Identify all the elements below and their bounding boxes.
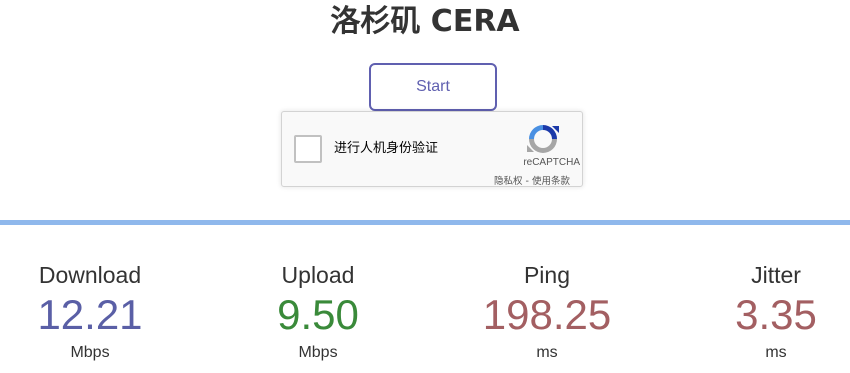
upload-stat: Upload 9.50 Mbps [228,260,408,363]
page-title: 洛杉矶 CERA [330,4,520,39]
section-divider [0,220,850,225]
recaptcha-logo-icon [527,125,559,153]
download-unit: Mbps [70,344,110,361]
start-button[interactable]: Start [369,63,497,111]
download-stat: Download 12.21 Mbps [0,260,180,363]
link-separator: - [522,176,532,187]
recaptcha-widget: 进行人机身份验证 reCAPTCHA 隐私权 - 使用条款 [281,111,583,187]
speedtest-page: 洛杉矶 CERA Start 进行人机身份验证 reCAPTCHA 隐私权 - … [0,0,850,373]
ping-label: Ping [523,262,571,288]
download-label: Download [38,262,142,288]
upload-label: Upload [281,262,355,288]
recaptcha-brand: reCAPTCHA [523,157,580,168]
terms-link[interactable]: 使用条款 [532,176,570,187]
ping-unit: ms [536,344,558,361]
download-value: 12.21 [37,291,143,338]
recaptcha-label: 进行人机身份验证 [334,141,439,156]
jitter-stat: Jitter 3.35 ms [686,260,850,363]
jitter-value: 3.35 [735,291,817,338]
recaptcha-checkbox[interactable] [294,135,322,163]
upload-unit: Mbps [298,344,338,361]
jitter-unit: ms [765,344,787,361]
upload-value: 9.50 [277,291,359,338]
ping-stat: Ping 198.25 ms [457,260,637,363]
jitter-label: Jitter [751,262,801,288]
ping-value: 198.25 [482,291,612,338]
privacy-link[interactable]: 隐私权 [494,176,523,187]
recaptcha-links: 隐私权 - 使用条款 [494,173,570,187]
